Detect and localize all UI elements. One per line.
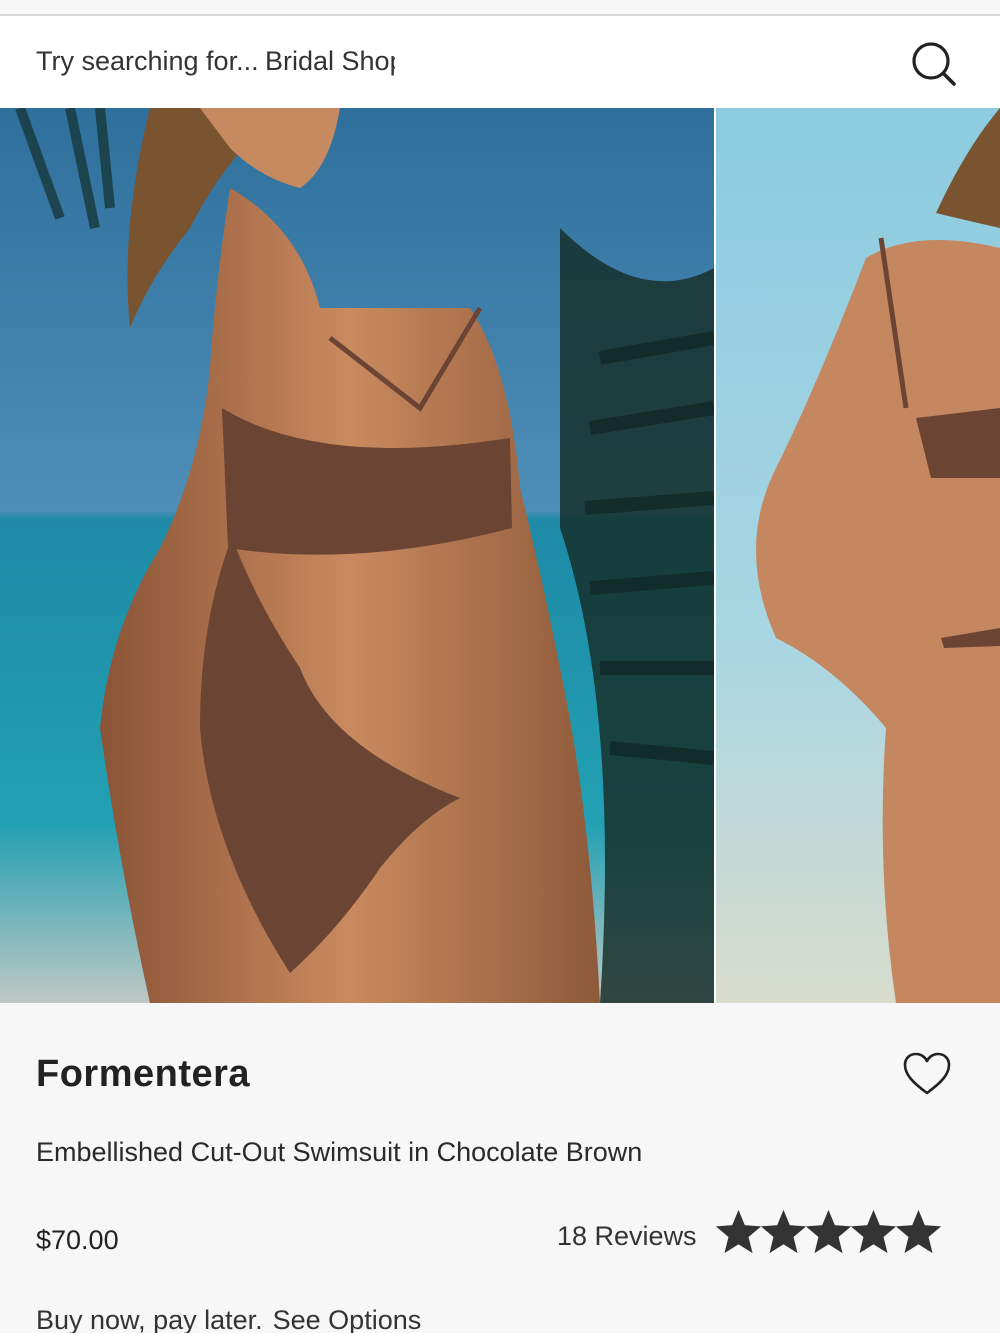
product-image-front[interactable]: [0, 108, 714, 1003]
product-info-panel: Formentera Embellished Cut-Out Swimsuit …: [0, 1003, 1000, 1333]
star-icon: [896, 1209, 941, 1254]
product-image-back[interactable]: [716, 108, 1000, 1003]
product-image-gallery[interactable]: [0, 108, 1000, 1003]
search-prompt: Try searching for...: [36, 46, 259, 76]
heart-outline-icon[interactable]: [902, 1051, 952, 1097]
buy-now-pay-later: Buy now, pay later. See Options: [36, 1305, 421, 1333]
product-price: $70.00: [36, 1225, 119, 1255]
back-view-image: [716, 108, 1000, 1003]
rating-stars[interactable]: [716, 1209, 941, 1259]
reviews-link[interactable]: 18 Reviews: [557, 1221, 697, 1252]
search-bar[interactable]: Try searching for... Bridal Shop: [0, 16, 1000, 108]
star-icon: [851, 1209, 896, 1254]
star-icon: [716, 1209, 761, 1254]
see-options-link[interactable]: See Options: [273, 1305, 422, 1333]
bnpl-text: Buy now, pay later.: [36, 1305, 263, 1333]
front-view-image: [0, 108, 714, 1003]
star-icon: [761, 1209, 806, 1254]
product-brand-title: Formentera: [36, 1053, 251, 1095]
product-name: Embellished Cut-Out Swimsuit in Chocolat…: [36, 1137, 643, 1167]
star-icon: [806, 1209, 851, 1254]
search-suggestion[interactable]: Bridal Shop: [265, 46, 395, 77]
search-icon[interactable]: [910, 40, 958, 88]
